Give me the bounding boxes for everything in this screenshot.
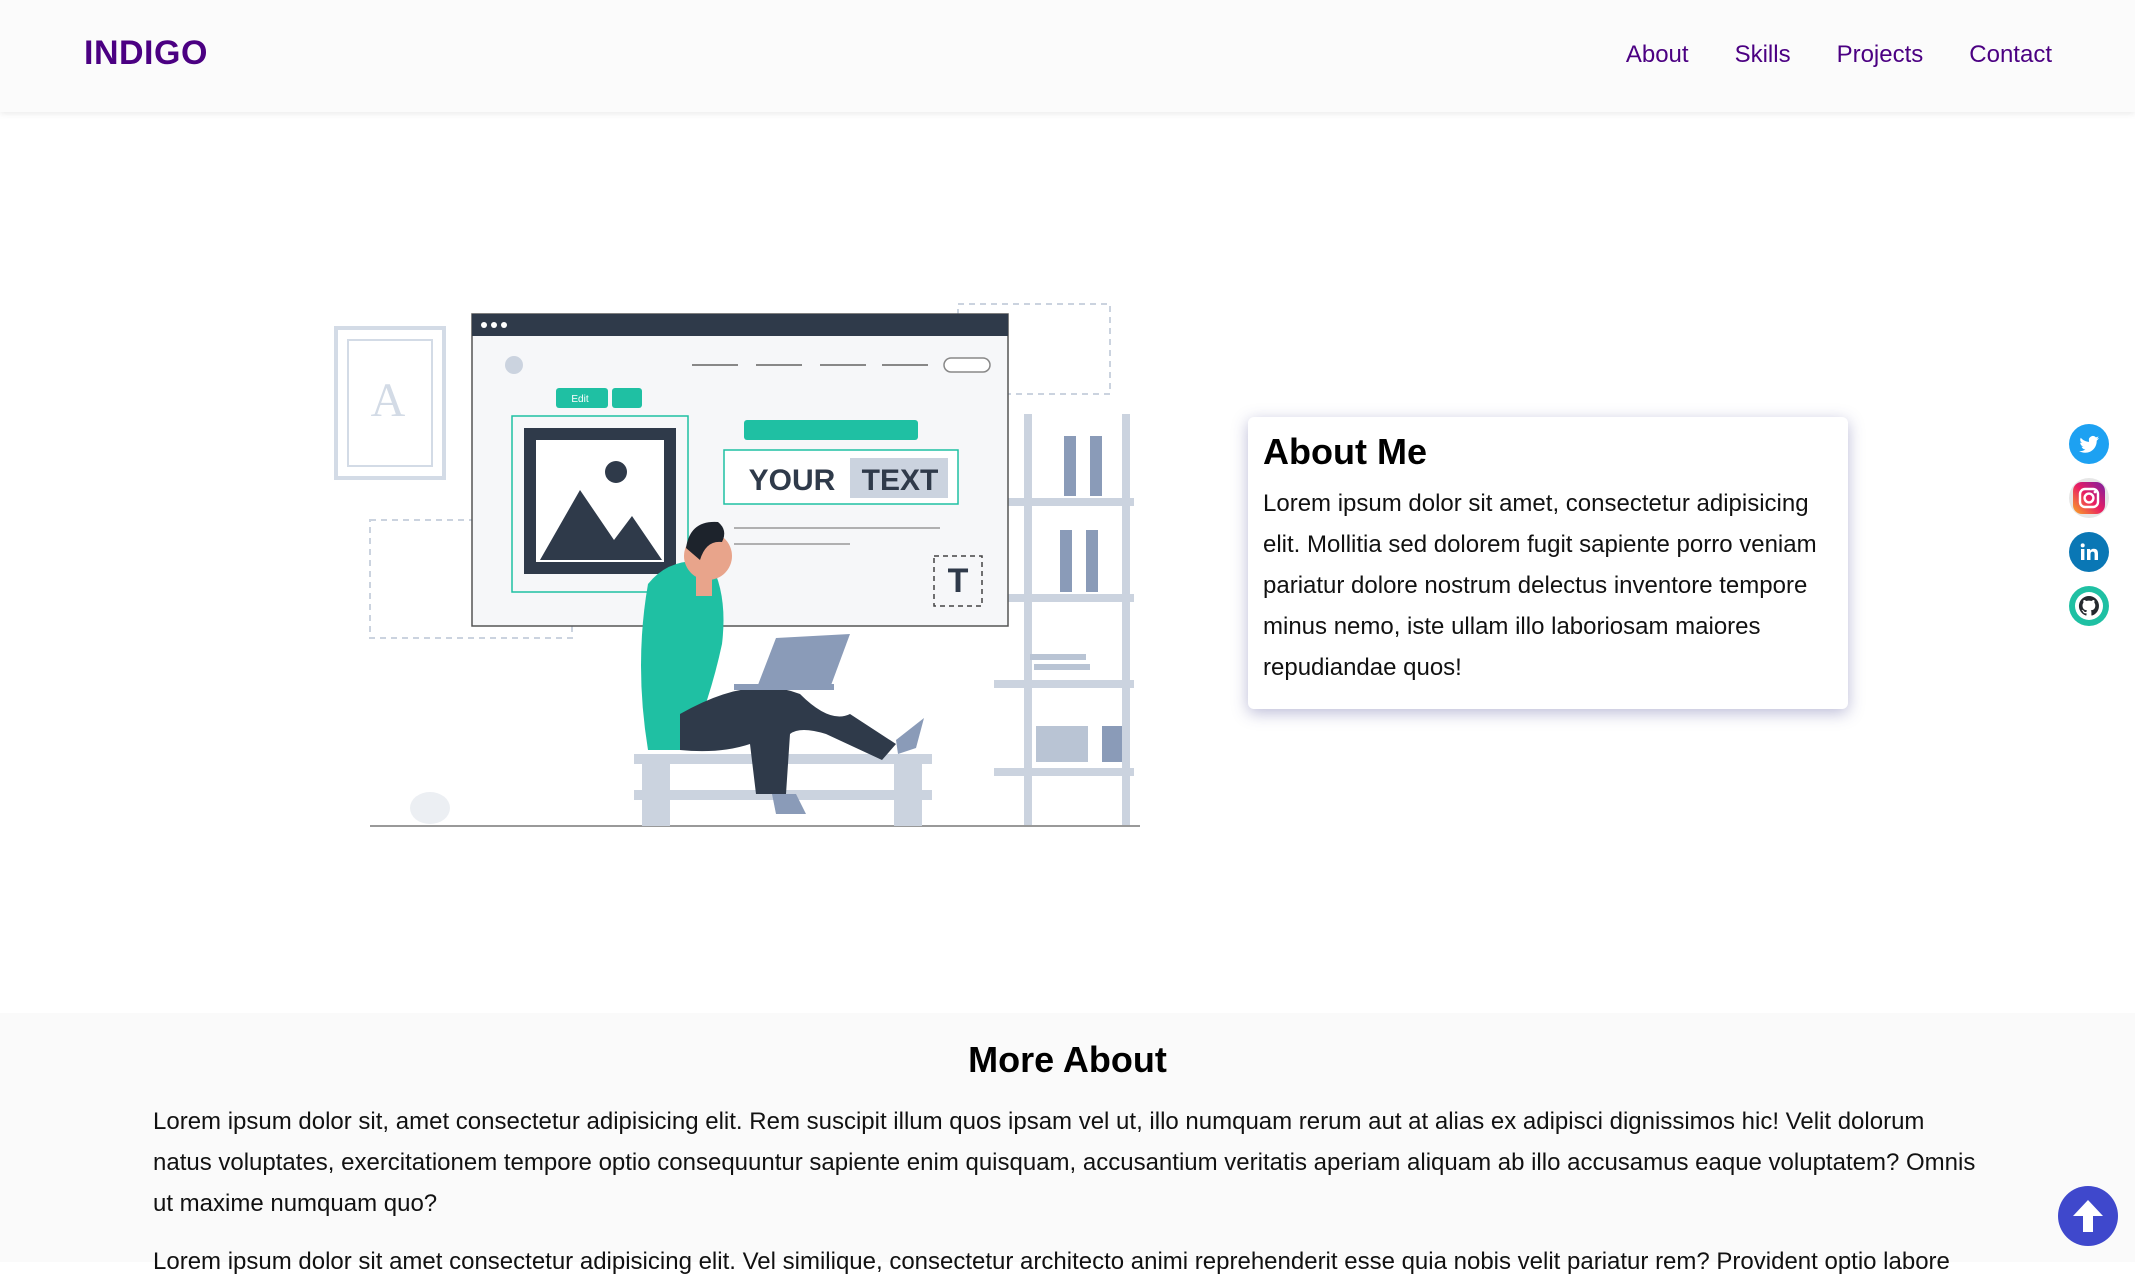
navbar: INDIGO About Skills Projects Contact bbox=[0, 0, 2135, 112]
instagram-icon[interactable] bbox=[2069, 478, 2109, 518]
text-label: TEXT bbox=[862, 464, 939, 497]
nav-link-skills[interactable]: Skills bbox=[1735, 41, 1791, 69]
nav-menu: About Skills Projects Contact bbox=[1626, 41, 2052, 69]
arrow-up-icon bbox=[2073, 1200, 2103, 1232]
about-card: About Me Lorem ipsum dolor sit amet, con… bbox=[1248, 417, 1848, 709]
back-to-top-button[interactable] bbox=[2058, 1186, 2118, 1246]
brand-logo[interactable]: INDIGO bbox=[84, 34, 208, 73]
twitter-icon[interactable] bbox=[2069, 424, 2109, 464]
nav-link-projects[interactable]: Projects bbox=[1837, 41, 1924, 69]
nav-link-contact[interactable]: Contact bbox=[1969, 41, 2052, 69]
your-label: YOUR bbox=[749, 464, 836, 497]
edit-chip-label: Edit bbox=[571, 394, 588, 405]
github-icon[interactable] bbox=[2069, 586, 2109, 626]
nav-link-about[interactable]: About bbox=[1626, 41, 1689, 69]
browser-window: Edit YOUR TEXT T bbox=[471, 313, 1009, 627]
letter-t: T bbox=[948, 562, 969, 600]
frame-a-icon: A bbox=[334, 326, 446, 480]
more-about-section: More About Lorem ipsum dolor sit, amet c… bbox=[0, 1013, 2135, 1275]
hero-illustration: A Edit YOUR TEXT T bbox=[334, 303, 1140, 827]
about-title: About Me bbox=[1263, 431, 1427, 472]
more-about-paragraph-1: Lorem ipsum dolor sit, amet consectetur … bbox=[153, 1108, 1976, 1217]
more-about-title: More About bbox=[968, 1039, 1167, 1080]
letter-a: A bbox=[371, 374, 406, 427]
social-links bbox=[2069, 424, 2109, 626]
linkedin-icon[interactable] bbox=[2069, 532, 2109, 572]
bookshelf bbox=[994, 414, 1134, 826]
about-body: Lorem ipsum dolor sit amet, consectetur … bbox=[1263, 490, 1817, 681]
